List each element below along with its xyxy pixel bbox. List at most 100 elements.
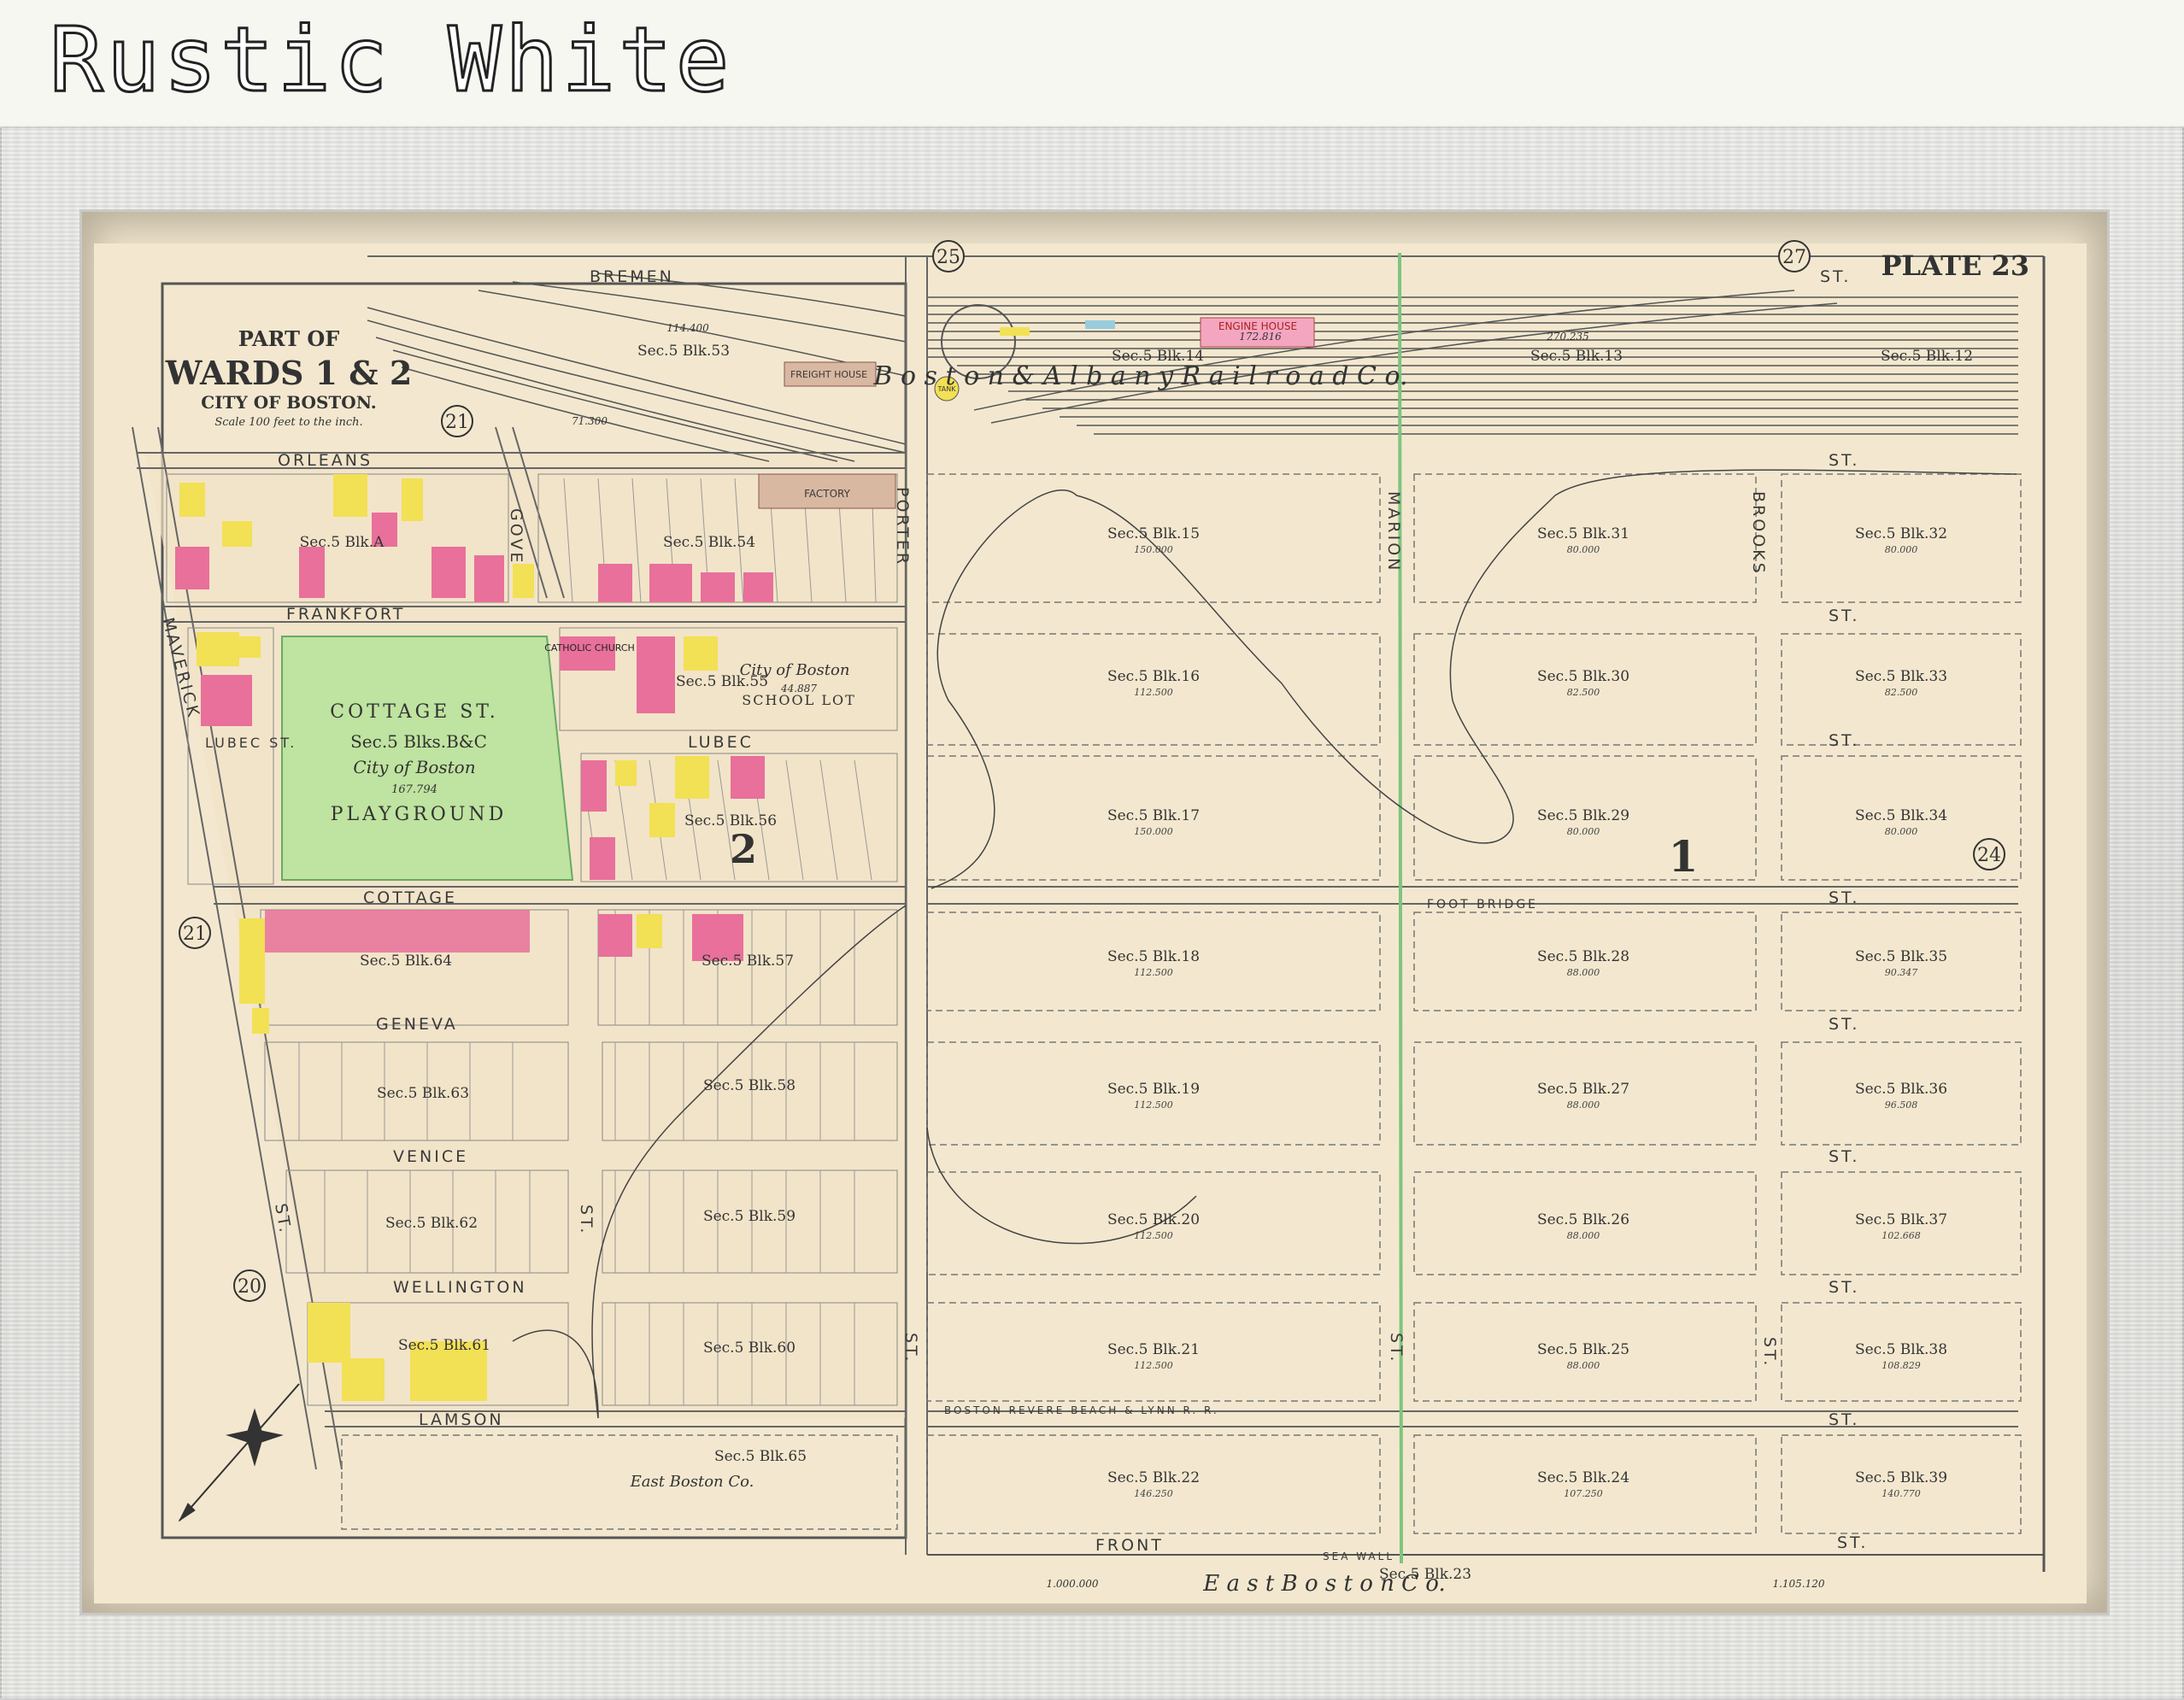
rr-area: 71.300	[572, 415, 608, 427]
playground-owner: City of Boston	[353, 757, 475, 777]
block-area: 112.500	[1134, 1360, 1173, 1371]
block-label: Sec.5 Blk.17	[1107, 807, 1200, 824]
block-label: Sec.5 Blk.61	[398, 1337, 490, 1354]
street-st: ST.	[1820, 267, 1851, 286]
rr-area: 114.400	[666, 322, 709, 334]
block-area: 80.000	[1567, 544, 1600, 555]
block-label: Sec.5 Blk.57	[702, 953, 794, 970]
street-st: ST.	[1829, 1278, 1859, 1297]
block-label: Sec.5 Blk.35	[1855, 948, 1947, 965]
block-label: Sec.5 Blk.16	[1107, 668, 1200, 685]
east-boston-company-small: East Boston Co.	[630, 1473, 754, 1491]
street-frankfort: FRANKFORT	[286, 605, 405, 624]
ward-number: 1	[1669, 831, 1699, 882]
block-label: Sec.5 Blk.29	[1537, 807, 1629, 824]
factory-label: FACTORY	[804, 488, 851, 500]
block-area: 82.500	[1885, 687, 1918, 698]
block-label: Sec.5 Blk.54	[663, 534, 755, 551]
playground-area: 167.794	[391, 783, 437, 796]
street-st: ST.	[1829, 1015, 1859, 1034]
street-st: ST.	[901, 1333, 920, 1363]
block-area: 102.668	[1882, 1230, 1921, 1241]
block-label: Sec.5 Blk.55	[676, 673, 768, 690]
atlas-map: 21 25 27 21 20 24 PART OF WARDS 1 & 2 CI…	[132, 240, 2046, 1597]
block-label: Sec.5 Blk.53	[637, 343, 730, 360]
block-label: Sec.5 Blk.65	[714, 1448, 807, 1465]
rr-area: 270.235	[1546, 331, 1589, 343]
bottom-area-left: 1.000.000	[1046, 1578, 1098, 1590]
block-label: Sec.5 Blk.13	[1530, 348, 1623, 365]
block-label: Sec.5 Blk.27	[1537, 1081, 1629, 1098]
block-label: Sec.5 Blk.25	[1537, 1341, 1629, 1358]
block-area: 108.829	[1882, 1360, 1921, 1371]
street-geneva: GENEVA	[376, 1015, 458, 1034]
block-label: Sec.5 Blk.20	[1107, 1211, 1200, 1228]
block-label: Sec.5 Blk.33	[1855, 668, 1947, 685]
block-label: Sec.5 Blk.64	[360, 953, 452, 970]
block-area: 107.250	[1564, 1488, 1603, 1499]
title-scale: Scale 100 feet to the inch.	[214, 416, 362, 429]
title-line1: PART OF	[238, 326, 340, 351]
rr-area: 172.816	[1239, 331, 1282, 343]
street-lamson: LAMSON	[419, 1410, 504, 1429]
block-label: Sec.5 Blk.38	[1855, 1341, 1947, 1358]
street-st: ST.	[577, 1205, 596, 1235]
block-label: Sec.5 Blk.19	[1107, 1081, 1200, 1098]
railroad-company: B o s t o n & A l b a n y R a i l r o a …	[872, 361, 1407, 391]
block-label: Sec.5 Blk.58	[703, 1077, 796, 1094]
playground-label: PLAYGROUND	[331, 804, 508, 825]
freight-house-label: FREIGHT HOUSE	[790, 369, 867, 380]
block-area: 88.000	[1567, 1360, 1600, 1371]
block-area: 80.000	[1885, 544, 1918, 555]
street-sea-wall: SEA WALL	[1323, 1551, 1394, 1562]
block-area: 88.000	[1567, 967, 1600, 978]
block-area: 90.347	[1885, 967, 1918, 978]
street-lubec-st: LUBEC ST.	[205, 735, 296, 751]
block-label: Sec.5 Blk.24	[1537, 1469, 1629, 1486]
block-area: 112.500	[1134, 1099, 1173, 1111]
block-area: 150.000	[1134, 826, 1173, 837]
ward-boundary-line	[1398, 252, 1403, 1564]
block-label: Sec.5 Blk.31	[1537, 525, 1629, 542]
block-label: Sec.5 Blk.26	[1537, 1211, 1629, 1228]
street-lubec: LUBEC	[688, 733, 754, 752]
street-st: ST.	[1829, 1410, 1859, 1429]
block-label: Sec.5 Blk.30	[1537, 668, 1629, 685]
block-area: 80.000	[1567, 826, 1600, 837]
block-label: Sec.5 Blk.28	[1537, 948, 1629, 965]
street-venice: VENICE	[393, 1147, 468, 1166]
block-label: Sec.5 Blk.39	[1855, 1469, 1947, 1486]
compass-rose-icon	[178, 1383, 300, 1522]
street-cottage: COTTAGE	[363, 888, 457, 907]
street-front: FRONT	[1095, 1536, 1164, 1555]
ward-marker: 27	[1782, 247, 1806, 268]
right-block-labels: Sec.5 Blk.15 150.000 Sec.5 Blk.31 80.000 Sec…	[1107, 525, 1947, 1499]
ward-marker: 21	[183, 923, 207, 945]
bottom-area-right: 1.105.120	[1772, 1578, 1824, 1590]
ward-marker: 24	[1977, 845, 2001, 866]
block-area: 88.000	[1567, 1099, 1600, 1111]
block-label: Sec.5 Blk.12	[1881, 348, 1973, 365]
block-area: 146.250	[1134, 1488, 1173, 1499]
street-porter: PORTER	[893, 487, 912, 566]
block-label: Sec.5 Blk.A	[300, 534, 385, 551]
block-label: Sec.5 Blk.62	[385, 1215, 478, 1232]
street-st: ST.	[1829, 731, 1859, 750]
street-railroad: BOSTON REVERE BEACH & LYNN R. R.	[944, 1404, 1219, 1416]
block-label: Sec.5 Blk.22	[1107, 1469, 1200, 1486]
street-gove: GOVE	[507, 508, 525, 565]
block-label: Sec.5 Blk.15	[1107, 525, 1200, 542]
school-lot: SCHOOL LOT	[742, 692, 856, 708]
block-label: Sec.5 Blk.34	[1855, 807, 1947, 824]
block-area: 112.500	[1134, 687, 1173, 698]
ward-marker: 21	[445, 412, 469, 433]
block-label: Sec.5 Blk.23	[1379, 1566, 1471, 1583]
block-label: Sec.5 Blk.59	[703, 1208, 796, 1225]
street-wellington: WELLINGTON	[393, 1278, 527, 1297]
street-st: ST.	[1829, 888, 1859, 907]
block-area: 88.000	[1567, 1230, 1600, 1241]
block-area: 112.500	[1134, 967, 1173, 978]
street-st: ST.	[1829, 607, 1859, 625]
title-line2: WARDS 1 & 2	[165, 354, 413, 392]
street-orleans: ORLEANS	[278, 451, 373, 470]
